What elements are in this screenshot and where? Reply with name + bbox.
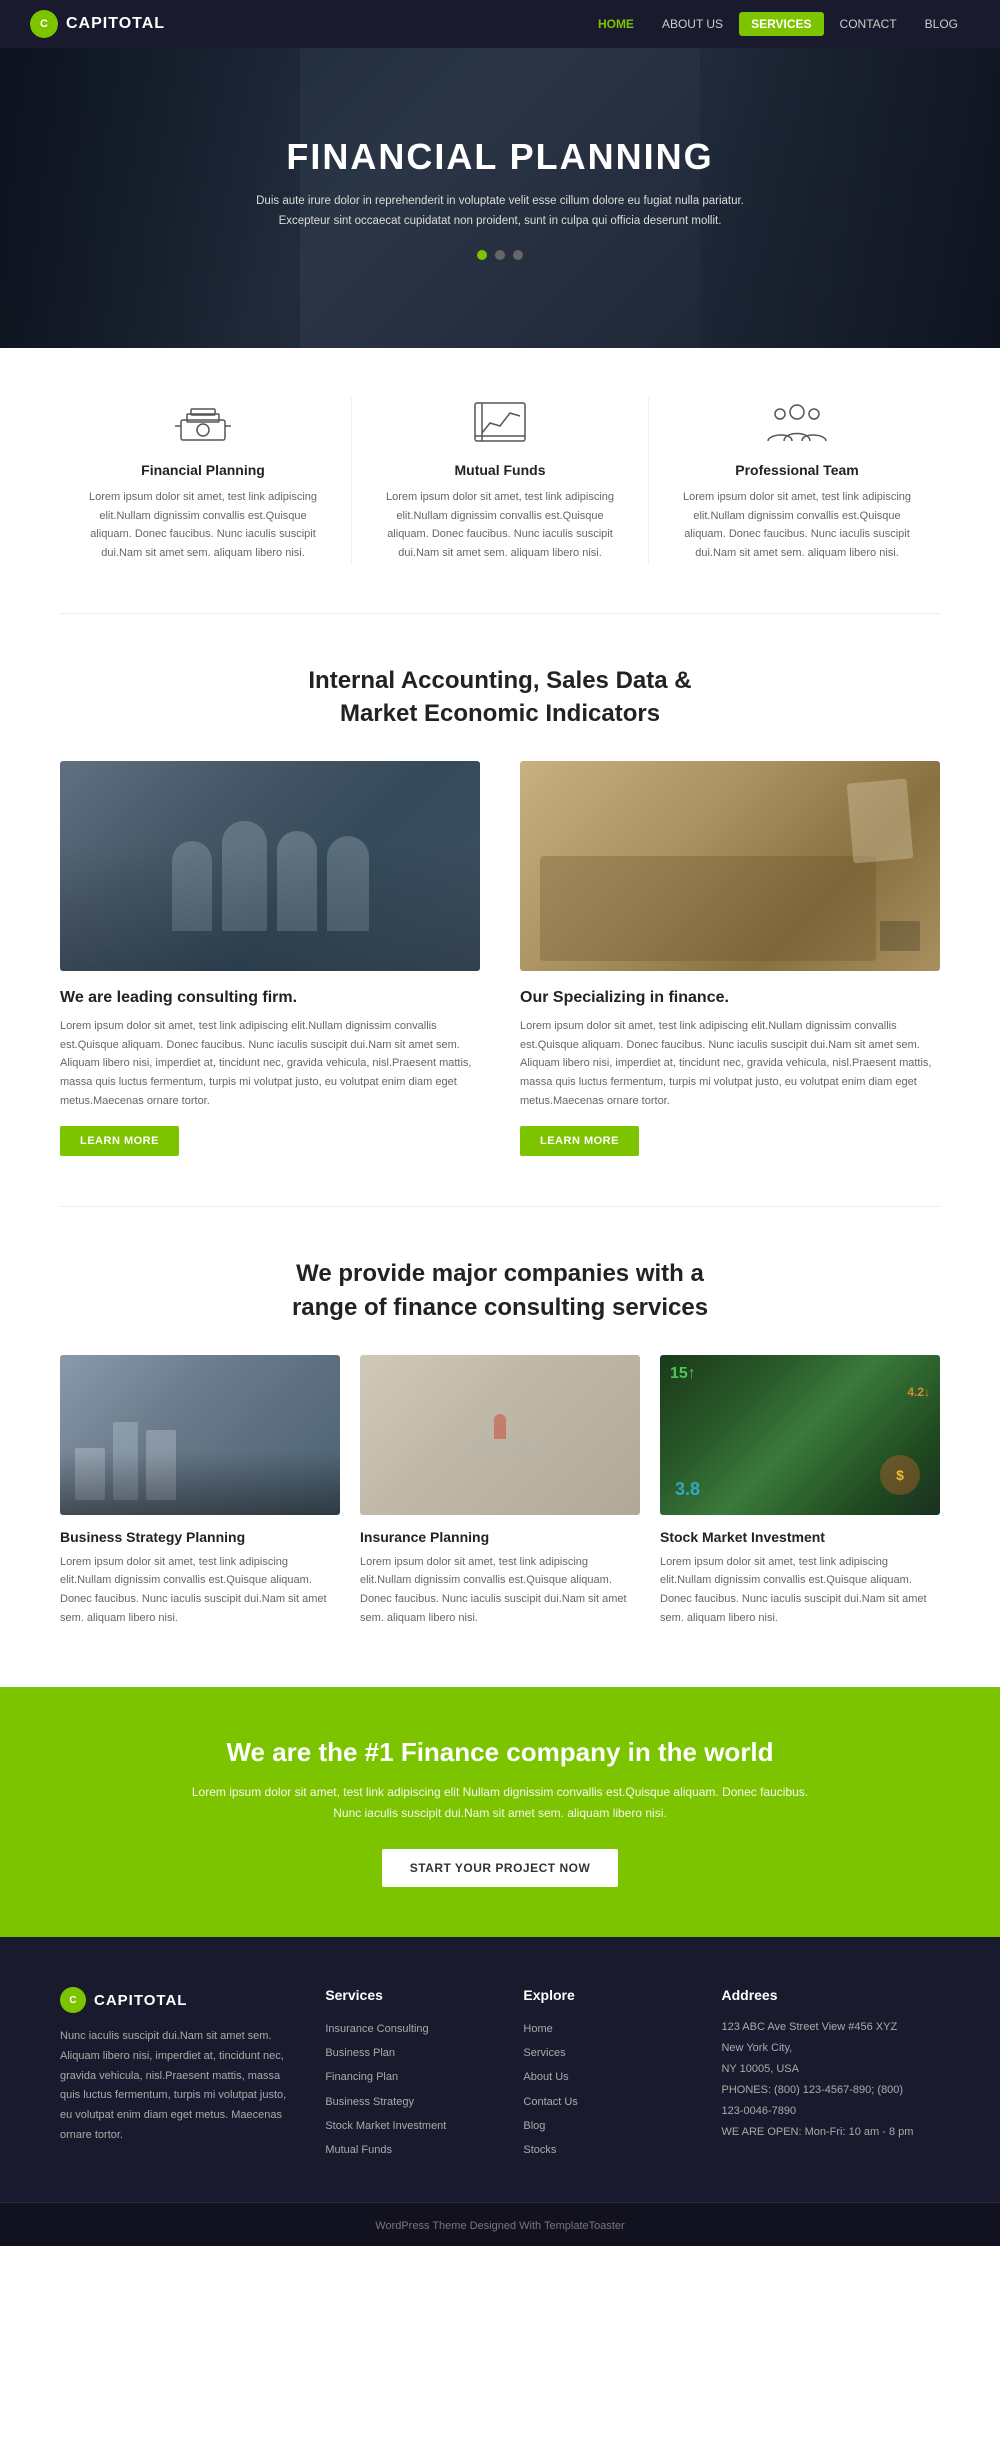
accounting-right-btn[interactable]: LEARN MORE bbox=[520, 1126, 639, 1156]
cta-text: Lorem ipsum dolor sit amet, test link ad… bbox=[190, 1782, 810, 1823]
feature-professional-team: Professional Team Lorem ipsum dolor sit … bbox=[654, 398, 940, 563]
footer-explore-col: Explore Home Services About Us Contact U… bbox=[523, 1987, 691, 2162]
footer-logo-circle: C bbox=[60, 1987, 86, 2013]
logo-circle: C bbox=[30, 10, 58, 38]
footer-link-stock-market[interactable]: Stock Market Investment bbox=[325, 2114, 493, 2138]
accounting-left-heading: We are leading consulting firm. bbox=[60, 989, 480, 1007]
footer-explore-about[interactable]: About Us bbox=[523, 2065, 691, 2089]
hero-dots bbox=[477, 250, 523, 260]
hero-dot-2[interactable] bbox=[495, 250, 505, 260]
professional-team-icon bbox=[762, 398, 832, 448]
footer: C CAPITOTAL Nunc iaculis suscipit dui.Na… bbox=[0, 1937, 1000, 2246]
financial-planning-icon bbox=[173, 398, 233, 448]
service-1-text: Lorem ipsum dolor sit amet, test link ad… bbox=[60, 1553, 340, 1628]
feature-1-text: Lorem ipsum dolor sit amet, test link ad… bbox=[80, 488, 326, 563]
header: C CAPITOTAL HOME ABOUT US SERVICES CONTA… bbox=[0, 0, 1000, 48]
accounting-left-btn[interactable]: LEARN MORE bbox=[60, 1126, 179, 1156]
hero-subtitle: Duis aute irure dolor in reprehenderit i… bbox=[240, 192, 760, 231]
footer-bottom-text: WordPress Theme Designed With TemplateTo… bbox=[375, 2220, 624, 2232]
footer-link-business-plan[interactable]: Business Plan bbox=[325, 2041, 493, 2065]
footer-link-mutual-funds[interactable]: Mutual Funds bbox=[325, 2138, 493, 2162]
footer-logo[interactable]: C CAPITOTAL bbox=[60, 1987, 295, 2013]
nav-about[interactable]: ABOUT US bbox=[650, 12, 735, 36]
service-img-1 bbox=[60, 1355, 340, 1515]
finance-services-section: We provide major companies with arange o… bbox=[0, 1207, 1000, 1687]
cta-section: We are the #1 Finance company in the wor… bbox=[0, 1687, 1000, 1937]
footer-explore-services[interactable]: Services bbox=[523, 2041, 691, 2065]
hero-dot-3[interactable] bbox=[513, 250, 523, 260]
accounting-right-heading: Our Specializing in finance. bbox=[520, 989, 940, 1007]
cta-button[interactable]: START YOUR PROJECT NOW bbox=[382, 1849, 619, 1887]
accounting-left-text: Lorem ipsum dolor sit amet, test link ad… bbox=[60, 1017, 480, 1110]
service-3-text: Lorem ipsum dolor sit amet, test link ad… bbox=[660, 1553, 940, 1628]
feature-2-text: Lorem ipsum dolor sit amet, test link ad… bbox=[377, 488, 623, 563]
accounting-two-col: We are leading consulting firm. Lorem ip… bbox=[60, 761, 940, 1156]
main-nav: HOME ABOUT US SERVICES CONTACT BLOG bbox=[586, 12, 970, 36]
accounting-right-text: Lorem ipsum dolor sit amet, test link ad… bbox=[520, 1017, 940, 1110]
accounting-title: Internal Accounting, Sales Data &Market … bbox=[60, 664, 940, 731]
footer-explore-contact[interactable]: Contact Us bbox=[523, 2090, 691, 2114]
mutual-funds-icon bbox=[470, 398, 530, 448]
service-col-1: Business Strategy Planning Lorem ipsum d… bbox=[60, 1355, 340, 1628]
cta-title: We are the #1 Finance company in the wor… bbox=[60, 1737, 940, 1768]
footer-desc: Nunc iaculis suscipit dui.Nam sit amet s… bbox=[60, 2027, 295, 2146]
feature-divider-1 bbox=[351, 398, 352, 563]
finance-services-title: We provide major companies with arange o… bbox=[60, 1257, 940, 1324]
footer-address-col: Addrees 123 ABC Ave Street View #456 XYZ… bbox=[721, 1987, 940, 2162]
accounting-right-image bbox=[520, 761, 940, 971]
hero-title: FINANCIAL PLANNING bbox=[286, 136, 713, 178]
nav-home[interactable]: HOME bbox=[586, 12, 646, 36]
service-img-2 bbox=[360, 1355, 640, 1515]
service-col-3: 15↑ 4.2↓ 3.8 $ Stock Market Investment L… bbox=[660, 1355, 940, 1628]
footer-address-text: 123 ABC Ave Street View #456 XYZ New Yor… bbox=[721, 2017, 940, 2142]
service-1-title: Business Strategy Planning bbox=[60, 1529, 340, 1545]
services-three-col: Business Strategy Planning Lorem ipsum d… bbox=[60, 1355, 940, 1628]
footer-address-title: Addrees bbox=[721, 1987, 940, 2003]
nav-blog[interactable]: BLOG bbox=[913, 12, 970, 36]
service-img-3: 15↑ 4.2↓ 3.8 $ bbox=[660, 1355, 940, 1515]
service-3-title: Stock Market Investment bbox=[660, 1529, 940, 1545]
service-2-text: Lorem ipsum dolor sit amet, test link ad… bbox=[360, 1553, 640, 1628]
footer-explore-home[interactable]: Home bbox=[523, 2017, 691, 2041]
feature-mutual-funds: Mutual Funds Lorem ipsum dolor sit amet,… bbox=[357, 398, 643, 563]
logo[interactable]: C CAPITOTAL bbox=[30, 10, 165, 38]
accounting-left-image bbox=[60, 761, 480, 971]
feature-3-title: Professional Team bbox=[674, 462, 920, 478]
hero-dot-1[interactable] bbox=[477, 250, 487, 260]
nav-services[interactable]: SERVICES bbox=[739, 12, 823, 36]
footer-explore-stocks[interactable]: Stocks bbox=[523, 2138, 691, 2162]
footer-link-business-strategy[interactable]: Business Strategy bbox=[325, 2090, 493, 2114]
feature-2-title: Mutual Funds bbox=[377, 462, 623, 478]
feature-divider-2 bbox=[648, 398, 649, 563]
nav-contact[interactable]: CONTACT bbox=[828, 12, 909, 36]
footer-link-financing[interactable]: Financing Plan bbox=[325, 2065, 493, 2089]
accounting-section: Internal Accounting, Sales Data &Market … bbox=[0, 614, 1000, 1207]
footer-about-col: C CAPITOTAL Nunc iaculis suscipit dui.Na… bbox=[60, 1987, 295, 2162]
footer-link-insurance[interactable]: Insurance Consulting bbox=[325, 2017, 493, 2041]
footer-explore-title: Explore bbox=[523, 1987, 691, 2003]
service-2-title: Insurance Planning bbox=[360, 1529, 640, 1545]
footer-bottom: WordPress Theme Designed With TemplateTo… bbox=[0, 2202, 1000, 2246]
feature-financial-planning: Financial Planning Lorem ipsum dolor sit… bbox=[60, 398, 346, 563]
accounting-right: Our Specializing in finance. Lorem ipsum… bbox=[520, 761, 940, 1156]
feature-1-title: Financial Planning bbox=[80, 462, 326, 478]
features-section: Financial Planning Lorem ipsum dolor sit… bbox=[0, 348, 1000, 613]
hero-section: FINANCIAL PLANNING Duis aute irure dolor… bbox=[0, 48, 1000, 348]
service-col-2: Insurance Planning Lorem ipsum dolor sit… bbox=[360, 1355, 640, 1628]
footer-services-title: Services bbox=[325, 1987, 493, 2003]
footer-explore-blog[interactable]: Blog bbox=[523, 2114, 691, 2138]
logo-text: CAPITOTAL bbox=[66, 15, 165, 33]
hero-content: FINANCIAL PLANNING Duis aute irure dolor… bbox=[0, 48, 1000, 348]
footer-logo-text: CAPITOTAL bbox=[94, 1992, 187, 2009]
footer-services-col: Services Insurance Consulting Business P… bbox=[325, 1987, 493, 2162]
footer-main: C CAPITOTAL Nunc iaculis suscipit dui.Na… bbox=[0, 1937, 1000, 2202]
feature-3-text: Lorem ipsum dolor sit amet, test link ad… bbox=[674, 488, 920, 563]
accounting-left: We are leading consulting firm. Lorem ip… bbox=[60, 761, 480, 1156]
